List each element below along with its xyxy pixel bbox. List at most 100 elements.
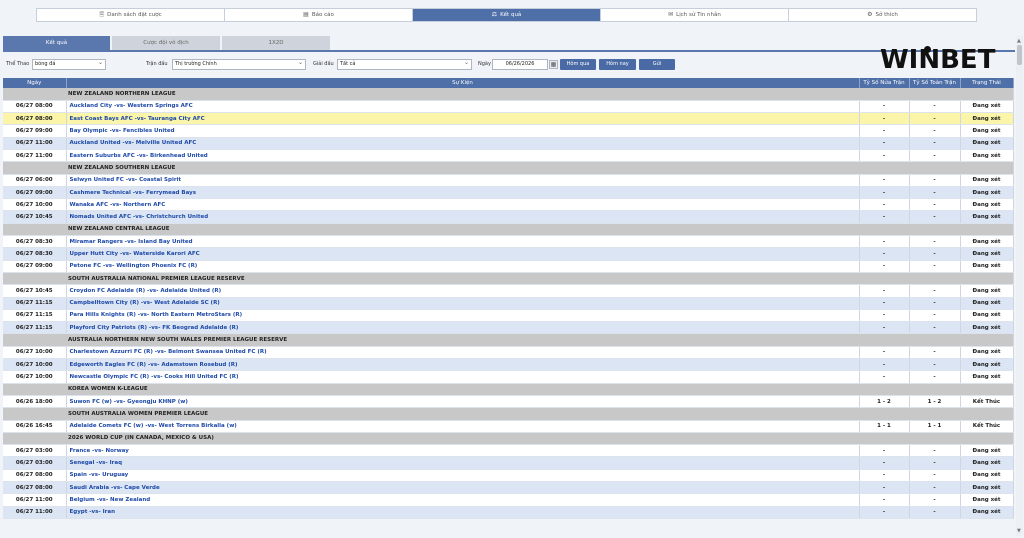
table-row[interactable]: 06/27 11:00 Auckland United -vs- Melville… <box>3 137 1014 150</box>
match-event[interactable]: Saudi Arabia -vs- Cape Verde <box>66 481 860 495</box>
header-status[interactable]: Trạng Thái <box>960 78 1014 88</box>
today-button[interactable]: Hôm nay <box>599 59 636 70</box>
table-row[interactable]: 06/27 08:30 Upper Hutt City -vs- Watersid… <box>3 247 1014 261</box>
table-row[interactable]: 06/27 10:00 Edgeworth Eagles FC (R) -vs- … <box>3 358 1014 372</box>
nav-results[interactable]: ⚖ Kết quả <box>413 9 601 21</box>
tab-results[interactable]: Kết quả <box>3 36 110 50</box>
league-name: NEW ZEALAND CENTRAL LEAGUE <box>3 223 1014 237</box>
match-event[interactable]: Edgeworth Eagles FC (R) -vs- Adamstown R… <box>66 358 860 372</box>
full-time-score: 1 - 1 <box>909 420 961 433</box>
table-row[interactable]: 06/27 08:00 East Coast Bays AFC -vs- Taur… <box>3 112 1014 126</box>
table-row[interactable]: 06/27 10:45 Nomads United AFC -vs- Christ… <box>3 210 1014 224</box>
table-row[interactable]: 06/27 11:15 Campbelltown City (R) -vs- We… <box>3 297 1014 310</box>
sport-select[interactable]: bóng đá <box>32 58 106 70</box>
header-full-score[interactable]: Tỷ Số Toàn Trận <box>909 78 961 88</box>
match-event[interactable]: Eastern Suburbs AFC -vs- Birkenhead Unit… <box>66 149 860 163</box>
nav-bet-list[interactable]: 🖹 Danh sách đặt cược <box>37 9 225 21</box>
nav-message-history[interactable]: ✉ Lịch sử Tin nhắn <box>601 9 789 21</box>
document-icon: 🖹 <box>99 11 105 18</box>
match-event[interactable]: Suwon FC (w) -vs- Gyeongju KHNP (w) <box>66 395 860 409</box>
table-row[interactable]: 06/27 11:00 Egypt -vs- Iran - - Đang xét <box>3 506 1014 519</box>
table-header-row: Ngày Sự Kiện Tỷ Số Nửa Trận Tỷ Số Toàn T… <box>3 78 1014 88</box>
table-row[interactable]: 06/27 03:00 France -vs- Norway - - Đang xét <box>3 444 1014 458</box>
tab-1x2d[interactable]: 1X2D <box>222 36 330 50</box>
table-row[interactable]: 06/27 11:00 Eastern Suburbs AFC -vs- Birk… <box>3 149 1014 163</box>
match-event[interactable]: Spain -vs- Uruguay <box>66 469 860 483</box>
submit-button[interactable]: Gửi <box>639 59 675 70</box>
table-row[interactable]: 06/27 03:00 Senegal -vs- Iraq - - Đang xét <box>3 456 1014 470</box>
half-time-score: - <box>859 100 910 114</box>
table-row[interactable]: 06/27 10:45 Croydon FC Adelaide (R) -vs- … <box>3 284 1014 298</box>
calendar-icon[interactable]: ▦ <box>549 60 558 69</box>
scroll-thumb[interactable] <box>1017 45 1022 65</box>
table-row[interactable]: 06/27 11:15 Playford City Patriots (R) -v… <box>3 321 1014 335</box>
match-event[interactable]: East Coast Bays AFC -vs- Tauranga City A… <box>66 112 860 126</box>
league-header-row: KOREA WOMEN K-LEAGUE <box>3 383 1014 396</box>
match-event[interactable]: Bay Olympic -vs- Fencibles United <box>66 124 860 138</box>
match-event[interactable]: France -vs- Norway <box>66 444 860 458</box>
match-event[interactable]: Wanaka AFC -vs- Northern AFC <box>66 198 860 212</box>
match-event[interactable]: Belgium -vs- New Zealand <box>66 493 860 507</box>
match-event[interactable]: Auckland City -vs- Western Springs AFC <box>66 100 860 114</box>
full-time-score: - <box>909 481 961 495</box>
match-event[interactable]: Selwyn United FC -vs- Coastal Spirit <box>66 174 860 187</box>
table-row[interactable]: 06/27 08:00 Spain -vs- Uruguay - - Đang xét <box>3 469 1014 483</box>
match-event[interactable]: Para Hills Knights (R) -vs- North Easter… <box>66 309 860 323</box>
table-row[interactable]: 06/27 09:00 Cashmere Technical -vs- Ferry… <box>3 186 1014 200</box>
table-row[interactable]: 06/27 08:00 Saudi Arabia -vs- Cape Verde -… <box>3 481 1014 495</box>
match-event[interactable]: Newcastle Olympic FC (R) -vs- Cooks Hill… <box>66 370 860 384</box>
table-row[interactable]: 06/27 09:00 Bay Olympic -vs- Fencibles Un… <box>3 124 1014 138</box>
match-event[interactable]: Egypt -vs- Iran <box>66 506 860 519</box>
table-row[interactable]: 06/27 09:00 Petone FC -vs- Wellington Pho… <box>3 260 1014 273</box>
match-event[interactable]: Cashmere Technical -vs- Ferrymead Bays <box>66 186 860 200</box>
table-row[interactable]: 06/27 11:00 Belgium -vs- New Zealand - - Đan… <box>3 493 1014 507</box>
match-status: Đang xét <box>960 186 1014 200</box>
table-row[interactable]: 06/27 06:00 Selwyn United FC -vs- Coastal… <box>3 174 1014 187</box>
full-time-score: - <box>909 247 961 261</box>
league-select[interactable]: Tất cả <box>337 58 472 70</box>
match-event[interactable]: Auckland United -vs- Melville United AFC <box>66 137 860 150</box>
half-time-score: - <box>859 444 910 458</box>
tab-outright[interactable]: Cược đội vô địch <box>112 36 220 50</box>
yesterday-button[interactable]: Hôm qua <box>560 59 596 70</box>
match-event[interactable]: Charlestown Azzurri FC (R) -vs- Belmont … <box>66 346 860 360</box>
table-row[interactable]: 06/27 11:15 Para Hills Knights (R) -vs- N… <box>3 309 1014 323</box>
table-row[interactable]: 06/26 18:00 Suwon FC (w) -vs- Gyeongju KH… <box>3 395 1014 409</box>
table-row[interactable]: 06/27 08:30 Miramar Rangers -vs- Island B… <box>3 235 1014 249</box>
match-event[interactable]: Petone FC -vs- Wellington Phoenix FC (R) <box>66 260 860 273</box>
match-event[interactable]: Senegal -vs- Iraq <box>66 456 860 470</box>
half-time-score: - <box>859 481 910 495</box>
match-date: 06/27 11:00 <box>3 149 67 163</box>
date-input[interactable]: 06/26/2026 <box>492 59 548 70</box>
league-name: KOREA WOMEN K-LEAGUE <box>3 383 1014 396</box>
half-time-score: - <box>859 174 910 187</box>
table-row[interactable]: 06/27 10:00 Newcastle Olympic FC (R) -vs-… <box>3 370 1014 384</box>
match-date: 06/27 11:00 <box>3 493 67 507</box>
full-time-score: - <box>909 493 961 507</box>
scroll-up-icon[interactable]: ▲ <box>1017 38 1021 44</box>
match-event[interactable]: Nomads United AFC -vs- Christchurch Unit… <box>66 210 860 224</box>
nav-preferences[interactable]: ⚙ Sở thích <box>789 9 976 21</box>
match-event[interactable]: Upper Hutt City -vs- Waterside Karori AF… <box>66 247 860 261</box>
scroll-down-icon[interactable]: ▼ <box>1017 528 1021 534</box>
match-select[interactable]: Thị trường Chính <box>172 58 306 70</box>
vertical-scrollbar[interactable]: ▲ ▼ <box>1016 36 1023 536</box>
match-status: Đang xét <box>960 210 1014 224</box>
header-date[interactable]: Ngày <box>3 78 67 88</box>
match-event[interactable]: Campbelltown City (R) -vs- West Adelaide… <box>66 297 860 310</box>
table-row[interactable]: 06/27 08:00 Auckland City -vs- Western Sp… <box>3 100 1014 114</box>
tab-underline <box>3 50 1015 52</box>
table-row[interactable]: 06/27 10:00 Charlestown Azzurri FC (R) -v… <box>3 346 1014 360</box>
header-half-score[interactable]: Tỷ Số Nửa Trận <box>859 78 910 88</box>
match-event[interactable]: Croydon FC Adelaide (R) -vs- Adelaide Un… <box>66 284 860 298</box>
match-event[interactable]: Playford City Patriots (R) -vs- FK Beogr… <box>66 321 860 335</box>
match-date: 06/27 08:00 <box>3 481 67 495</box>
match-event[interactable]: Miramar Rangers -vs- Island Bay United <box>66 235 860 249</box>
header-event[interactable]: Sự Kiện <box>66 78 860 88</box>
match-status: Đang xét <box>960 309 1014 323</box>
table-row[interactable]: 06/26 16:45 Adelaide Comets FC (w) -vs- W… <box>3 420 1014 433</box>
table-row[interactable]: 06/27 10:00 Wanaka AFC -vs- Northern AFC -… <box>3 198 1014 212</box>
full-time-score: - <box>909 100 961 114</box>
match-event[interactable]: Adelaide Comets FC (w) -vs- West Torrens… <box>66 420 860 433</box>
nav-reports[interactable]: ▤ Báo cáo <box>225 9 413 21</box>
